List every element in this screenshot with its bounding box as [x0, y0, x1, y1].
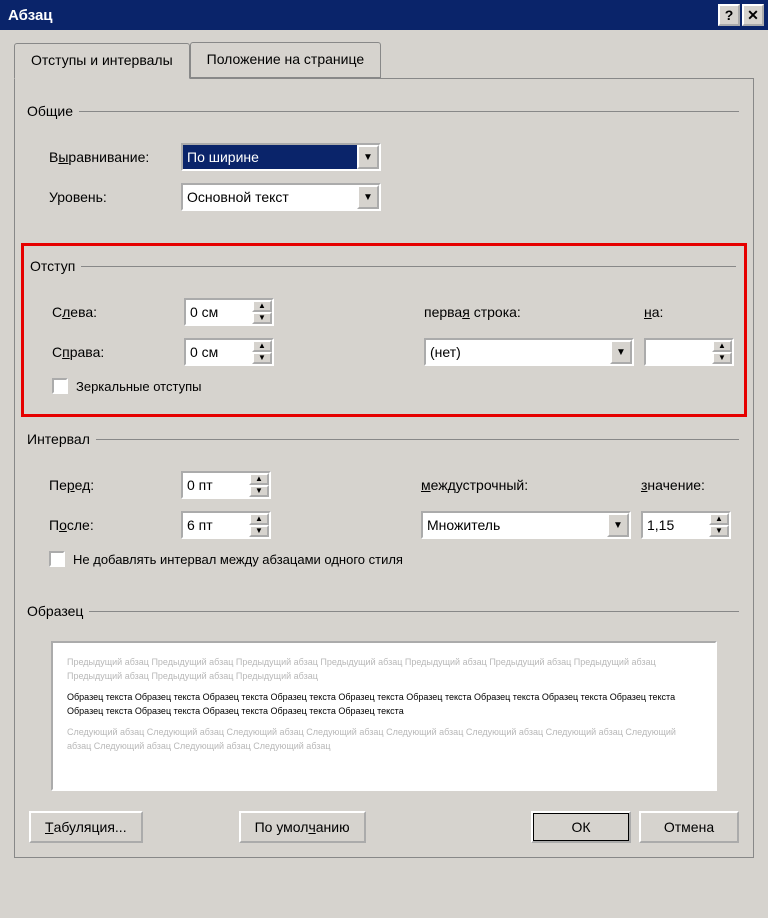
tab-panel: Общие Выравнивание: По ширине Уровень: О… — [14, 78, 754, 858]
spin-up-icon[interactable]: ▲ — [252, 340, 272, 352]
label-level: Уровень: — [31, 189, 181, 205]
checkbox-mirror-indents[interactable] — [52, 378, 68, 394]
spinner-indent-left[interactable]: 0 см ▲▼ — [184, 298, 274, 326]
group-general: Общие Выравнивание: По ширине Уровень: О… — [29, 103, 739, 225]
spin-up-icon[interactable]: ▲ — [709, 513, 729, 525]
label-mirror-indents: Зеркальные отступы — [76, 379, 201, 394]
group-general-title: Общие — [27, 103, 79, 119]
group-interval: Интервал Перед: 0 пт ▲▼ междустрочный: з… — [29, 431, 739, 573]
label-linespacing: междустрочный: — [421, 477, 641, 493]
group-sample-title: Образец — [27, 603, 89, 619]
label-alignment: Выравнивание: — [31, 149, 181, 165]
spinner-after[interactable]: 6 пт ▲▼ — [181, 511, 271, 539]
close-button[interactable]: ✕ — [742, 4, 764, 26]
preview-next-text: Следующий абзац Следующий абзац Следующи… — [67, 725, 701, 754]
group-indent-title: Отступ — [30, 258, 81, 274]
label-no-add-interval: Не добавлять интервал между абзацами одн… — [73, 552, 403, 567]
spinner-before[interactable]: 0 пт ▲▼ — [181, 471, 271, 499]
help-button[interactable]: ? — [718, 4, 740, 26]
group-interval-title: Интервал — [27, 431, 96, 447]
cancel-button[interactable]: Отмена — [639, 811, 739, 843]
default-button[interactable]: По умолчанию — [239, 811, 366, 843]
spin-down-icon[interactable]: ▼ — [712, 352, 732, 364]
select-level[interactable]: Основной текст — [181, 183, 381, 211]
select-alignment[interactable]: По ширине — [181, 143, 381, 171]
window-title: Абзац — [8, 7, 53, 24]
spinner-indent-right[interactable]: 0 см ▲▼ — [184, 338, 274, 366]
spinner-at[interactable]: 1,15 ▲▼ — [641, 511, 731, 539]
tab-page-position[interactable]: Положение на странице — [190, 42, 381, 78]
spin-up-icon[interactable]: ▲ — [252, 300, 272, 312]
chevron-down-icon[interactable] — [607, 513, 629, 537]
group-sample: Образец Предыдущий абзац Предыдущий абза… — [29, 603, 739, 803]
label-before: Перед: — [31, 477, 181, 493]
spin-down-icon[interactable]: ▼ — [252, 352, 272, 364]
titlebar: Абзац ? ✕ — [0, 0, 768, 30]
tab-strip: Отступы и интервалы Положение на страниц… — [14, 42, 754, 78]
preview-sample-text: Образец текста Образец текста Образец те… — [67, 690, 701, 719]
chevron-down-icon[interactable] — [357, 185, 379, 209]
label-after: После: — [31, 517, 181, 533]
chevron-down-icon[interactable] — [610, 340, 632, 364]
spin-up-icon[interactable]: ▲ — [249, 513, 269, 525]
spin-up-icon[interactable]: ▲ — [249, 473, 269, 485]
spin-down-icon[interactable]: ▼ — [249, 485, 269, 497]
spinner-by[interactable]: ▲▼ — [644, 338, 734, 366]
label-at: значение: — [641, 477, 731, 493]
label-indent-right: Справа: — [34, 344, 184, 360]
label-by: на: — [644, 304, 734, 320]
preview-prev-text: Предыдущий абзац Предыдущий абзац Предыд… — [67, 655, 701, 684]
ok-button[interactable]: ОК — [531, 811, 631, 843]
label-indent-left: Слева: — [34, 304, 184, 320]
checkbox-no-add-interval[interactable] — [49, 551, 65, 567]
spin-up-icon[interactable]: ▲ — [712, 340, 732, 352]
select-linespacing[interactable]: Множитель — [421, 511, 631, 539]
spin-down-icon[interactable]: ▼ — [709, 525, 729, 537]
chevron-down-icon[interactable] — [357, 145, 379, 169]
group-indent: Отступ Слева: 0 см ▲▼ первая строка: на:… — [32, 258, 736, 400]
label-firstline: первая строка: — [424, 304, 644, 320]
spin-down-icon[interactable]: ▼ — [252, 312, 272, 324]
tab-indents-spacing[interactable]: Отступы и интервалы — [14, 43, 190, 79]
tabs-button[interactable]: Табуляция... — [29, 811, 143, 843]
preview-box: Предыдущий абзац Предыдущий абзац Предыд… — [51, 641, 717, 791]
highlight-indent-section: Отступ Слева: 0 см ▲▼ первая строка: на:… — [21, 243, 747, 417]
spin-down-icon[interactable]: ▼ — [249, 525, 269, 537]
select-firstline[interactable]: (нет) — [424, 338, 634, 366]
